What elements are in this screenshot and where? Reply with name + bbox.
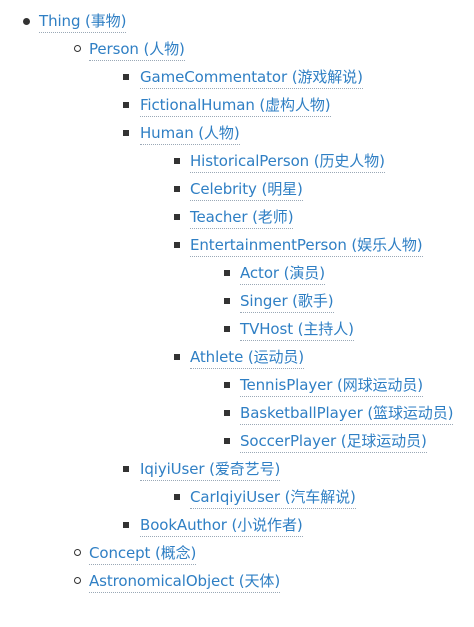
link-tvhost[interactable]: TVHost (主持人) [240, 319, 354, 341]
link-entertainment-person[interactable]: EntertainmentPerson (娱乐人物) [190, 235, 423, 257]
link-person[interactable]: Person (人物) [89, 39, 185, 61]
disc-bullet [20, 11, 34, 33]
link-historical-person[interactable]: HistoricalPerson (历史人物) [190, 151, 385, 173]
link-basketball-player[interactable]: BasketballPlayer (篮球运动员) [240, 403, 453, 425]
link-teacher[interactable]: Teacher (老师) [190, 207, 294, 229]
square-bullet [221, 319, 235, 341]
link-iqiyi-user[interactable]: IqiyiUser (爱奇艺号) [140, 459, 280, 481]
link-actor[interactable]: Actor (演员) [240, 263, 325, 285]
square-bullet [221, 291, 235, 313]
link-human[interactable]: Human (人物) [140, 123, 240, 145]
link-car-iqiyi-user[interactable]: CarIqiyiUser (汽车解说) [190, 487, 356, 509]
link-athlete[interactable]: Athlete (运动员) [190, 347, 304, 369]
link-astronomical-object[interactable]: AstronomicalObject (天体) [89, 571, 280, 593]
link-thing[interactable]: Thing (事物) [39, 11, 126, 33]
link-singer[interactable]: Singer (歌手) [240, 291, 334, 313]
square-bullet [120, 95, 134, 117]
link-concept[interactable]: Concept (概念) [89, 543, 196, 565]
link-fictional-human[interactable]: FictionalHuman (虚构人物) [140, 95, 331, 117]
square-bullet [120, 515, 134, 537]
square-bullet [171, 487, 185, 509]
link-tennis-player[interactable]: TennisPlayer (网球运动员) [240, 375, 423, 397]
square-bullet [120, 67, 134, 89]
link-book-author[interactable]: BookAuthor (小说作者) [140, 515, 303, 537]
square-bullet [221, 403, 235, 425]
square-bullet [221, 263, 235, 285]
link-soccer-player[interactable]: SoccerPlayer (足球运动员) [240, 431, 427, 453]
circle-bullet [72, 543, 86, 565]
square-bullet [120, 123, 134, 145]
circle-bullet [72, 39, 86, 61]
square-bullet [171, 235, 185, 257]
circle-bullet [72, 571, 86, 593]
square-bullet [171, 207, 185, 229]
square-bullet [221, 431, 235, 453]
link-game-commentator[interactable]: GameCommentator (游戏解说) [140, 67, 363, 89]
square-bullet [171, 179, 185, 201]
square-bullet [171, 347, 185, 369]
square-bullet [120, 459, 134, 481]
square-bullet [221, 375, 235, 397]
square-bullet [171, 151, 185, 173]
link-celebrity[interactable]: Celebrity (明星) [190, 179, 303, 201]
